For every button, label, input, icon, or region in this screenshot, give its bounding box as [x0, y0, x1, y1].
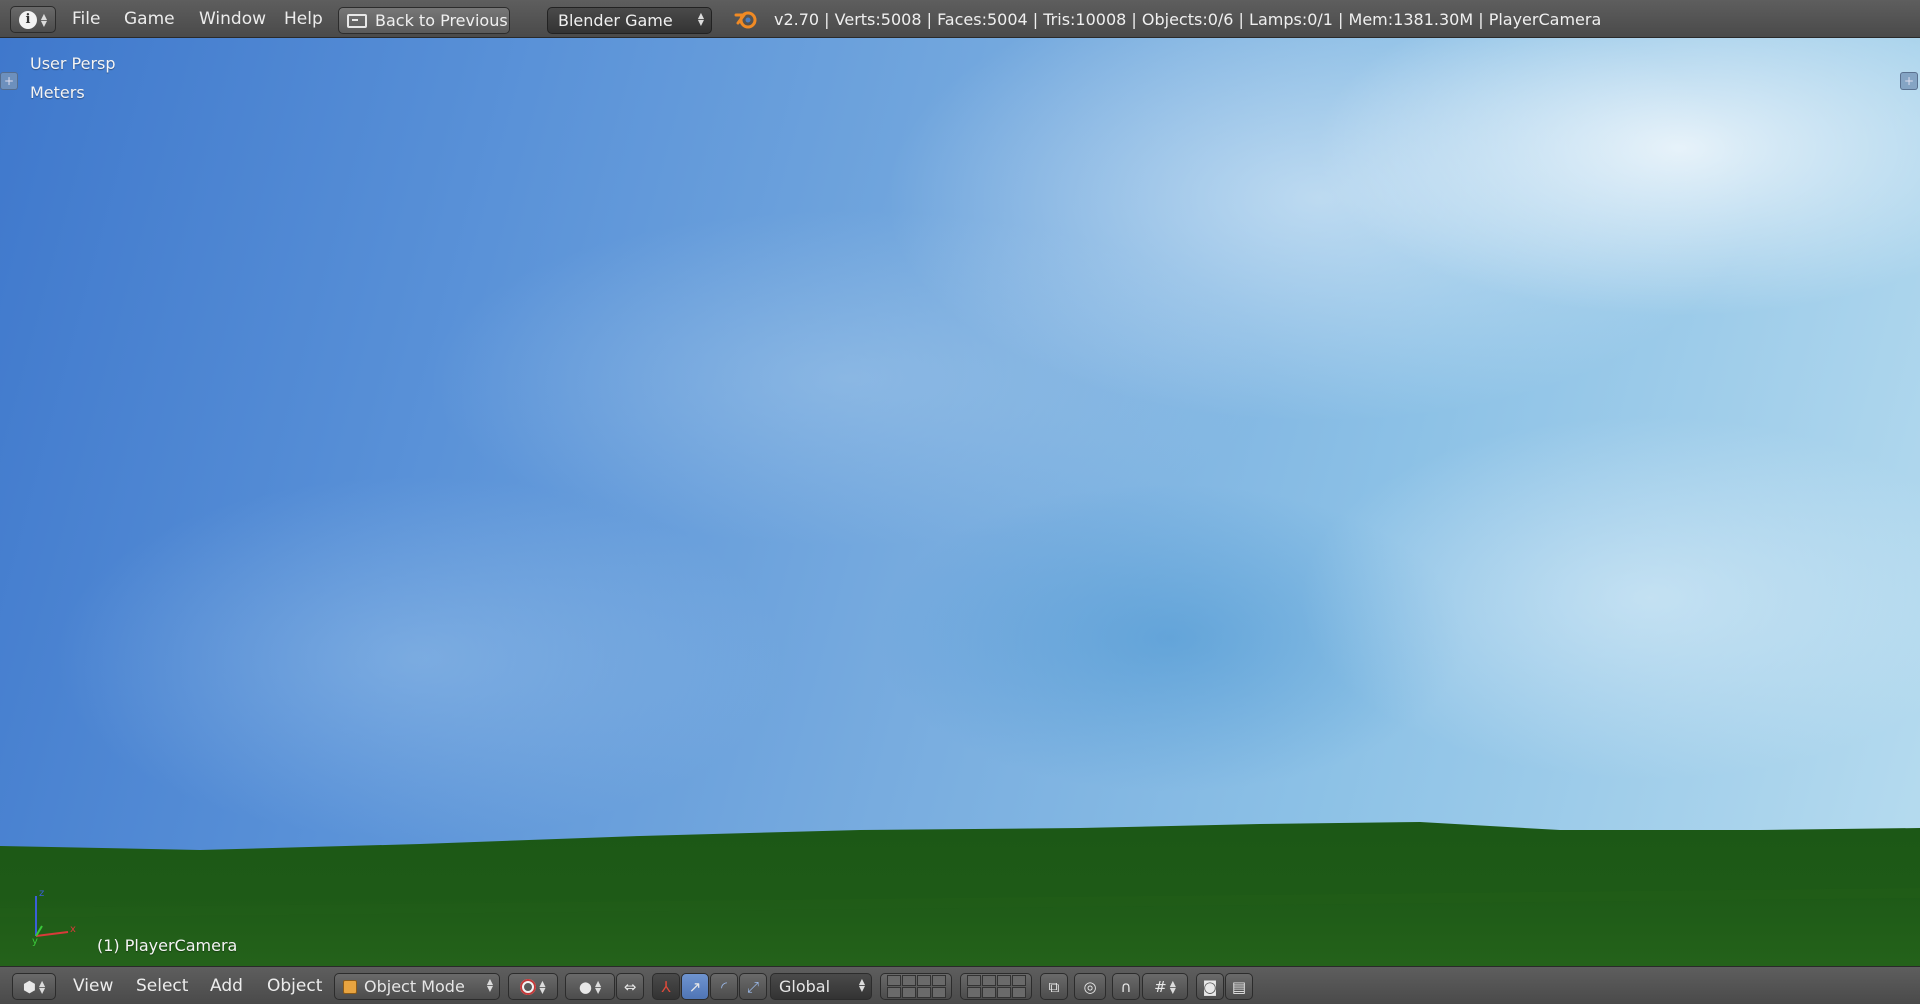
viewport-shading-button[interactable]: ● ▲ ▼: [565, 973, 615, 1000]
scene-layers-secondary[interactable]: [960, 973, 1032, 1000]
menu-add[interactable]: Add: [210, 967, 243, 1004]
rotate-arc-icon: ◜: [721, 977, 727, 996]
lock-scene-icon: ⧉: [1048, 977, 1060, 996]
rotate-toggle-button[interactable]: ◜: [710, 973, 738, 1000]
lock-layers-button[interactable]: ⧉: [1040, 973, 1068, 1000]
back-to-previous-label: Back to Previous: [375, 11, 508, 30]
object-cube-icon: [343, 979, 357, 994]
info-header: i ▲ ▼ File Game Window Help Back to Previ…: [0, 0, 1920, 38]
back-to-previous-button[interactable]: Back to Previous: [338, 7, 510, 34]
snap-grid-icon: #: [1154, 977, 1167, 996]
active-object-label: (1) PlayerCamera: [97, 936, 238, 955]
pivot-icon: [520, 978, 537, 995]
translate-toggle-button[interactable]: ↗: [681, 973, 709, 1000]
3d-view-icon: ⬢: [22, 977, 36, 996]
shading-icon: ●: [578, 977, 592, 996]
dropdown-arrows-icon: ▲ ▼: [858, 977, 865, 993]
menu-window[interactable]: Window: [199, 0, 266, 38]
editor-type-3d-button[interactable]: ⬢ ▲ ▼: [12, 973, 56, 1000]
dropdown-arrows-icon: ▲ ▼: [539, 978, 546, 995]
axis-y-label: y: [32, 936, 38, 946]
orientation-value: Global: [779, 977, 831, 996]
spinner-arrows-icon: ▲ ▼: [38, 978, 46, 995]
manipulator-toggle-button[interactable]: ⇔: [616, 973, 644, 1000]
scale-icon: ⤢: [746, 977, 759, 996]
info-icon: i: [18, 10, 37, 29]
dropdown-arrows-icon: ▲ ▼: [594, 978, 602, 995]
scene-statistics: v2.70 | Verts:5008 | Faces:5004 | Tris:1…: [774, 9, 1602, 29]
menu-object[interactable]: Object: [267, 967, 322, 1004]
view-name-label: User Persp: [30, 54, 116, 73]
render-image-button[interactable]: ◙: [1196, 973, 1224, 1000]
axis-gizmo: z x y: [32, 888, 76, 946]
camera-icon: ◙: [1202, 977, 1218, 996]
mode-select[interactable]: Object Mode ▲ ▼: [334, 973, 500, 1000]
menu-select[interactable]: Select: [136, 967, 188, 1004]
editor-type-button[interactable]: i ▲ ▼: [10, 6, 56, 33]
tool-shelf-toggle[interactable]: +: [0, 72, 18, 90]
render-animation-button[interactable]: ▤: [1225, 973, 1253, 1000]
transform-orientation-select[interactable]: Global ▲ ▼: [770, 973, 872, 1000]
dropdown-arrows-icon: ▲ ▼: [697, 11, 704, 27]
snap-element-select[interactable]: # ▲ ▼: [1142, 973, 1188, 1000]
back-screen-icon: [347, 13, 367, 28]
spinner-arrows-icon: ▲ ▼: [40, 11, 48, 28]
dropdown-arrows-icon: ▲ ▼: [1169, 978, 1176, 995]
scale-toggle-button[interactable]: ⤢: [739, 973, 767, 1000]
magnet-icon: ∩: [1120, 977, 1132, 996]
menu-view[interactable]: View: [73, 967, 113, 1004]
units-label: Meters: [30, 83, 85, 102]
render-engine-select[interactable]: Blender Game ▲ ▼: [547, 7, 712, 34]
axis-x-label: x: [70, 924, 76, 935]
manipulator-icon: ⇔: [623, 977, 637, 996]
blender-logo-icon: [734, 11, 757, 29]
menu-file[interactable]: File: [72, 0, 100, 38]
menu-game[interactable]: Game: [124, 0, 175, 38]
layer-grid-icon: [966, 975, 1026, 998]
menu-help[interactable]: Help: [284, 0, 323, 38]
pivot-point-button[interactable]: ▲ ▼: [508, 973, 558, 1000]
proportional-edit-button[interactable]: ◎: [1074, 973, 1106, 1000]
proportional-edit-icon: ◎: [1083, 977, 1097, 996]
transform-axes-icon: ⅄: [661, 977, 671, 996]
ground-plane: [0, 822, 1920, 966]
3d-viewport[interactable]: User Persp Meters (1) PlayerCamera + + z…: [0, 38, 1920, 966]
3d-view-header: ⬢ ▲ ▼ View Select Add Object Object Mode …: [0, 966, 1920, 1004]
properties-panel-toggle[interactable]: +: [1900, 72, 1918, 90]
clapperboard-icon: ▤: [1231, 977, 1247, 996]
layer-grid-icon: [886, 975, 946, 998]
translate-arrow-icon: ↗: [688, 977, 702, 996]
render-engine-value: Blender Game: [558, 11, 673, 30]
scene-layers[interactable]: [880, 973, 952, 1000]
dropdown-arrows-icon: ▲ ▼: [486, 977, 493, 993]
axis-z-label: z: [39, 888, 44, 899]
mode-value: Object Mode: [364, 977, 465, 996]
snap-toggle-button[interactable]: ∩: [1112, 973, 1140, 1000]
widget-axis-button[interactable]: ⅄: [652, 973, 680, 1000]
